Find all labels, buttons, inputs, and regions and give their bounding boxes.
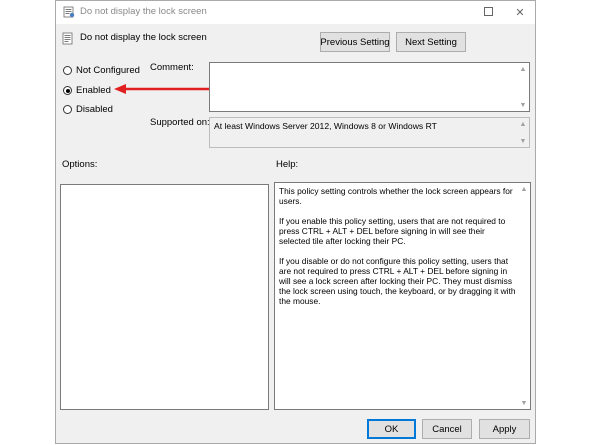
policy-dialog: Do not display the lock screen ✕ Do not …	[55, 0, 536, 444]
help-paragraph: This policy setting controls whether the…	[279, 186, 513, 206]
scroll-down-icon[interactable]: ▼	[517, 99, 529, 111]
help-label: Help:	[276, 159, 299, 170]
supported-on-label: Supported on:	[150, 117, 210, 128]
maximize-button[interactable]	[474, 1, 504, 23]
radio-enabled-label: Enabled	[76, 85, 111, 96]
window-title: Do not display the lock screen	[80, 6, 207, 17]
scroll-up-icon[interactable]: ▲	[517, 63, 529, 75]
radio-enabled[interactable]: Enabled	[63, 85, 111, 96]
radio-not-configured-label: Not Configured	[76, 65, 140, 76]
ok-button[interactable]: OK	[367, 419, 416, 439]
scroll-down-icon[interactable]: ▼	[517, 135, 529, 147]
help-paragraph: If you enable this policy setting, users…	[279, 216, 506, 246]
scroll-up-icon[interactable]: ▲	[517, 118, 529, 130]
close-icon: ✕	[515, 6, 525, 19]
radio-not-configured-circle[interactable]	[63, 66, 72, 75]
comment-label: Comment:	[150, 62, 194, 73]
radio-not-configured[interactable]: Not Configured	[63, 65, 140, 76]
radio-disabled-label: Disabled	[76, 104, 113, 115]
supported-scrollbar[interactable]: ▲ ▼	[517, 118, 529, 147]
maximize-icon	[484, 7, 493, 16]
supported-on-field: At least Windows Server 2012, Windows 8 …	[209, 117, 530, 148]
next-setting-button[interactable]: Next Setting	[396, 32, 466, 52]
help-text: This policy setting controls whether the…	[279, 186, 516, 316]
comment-field[interactable]: ▲ ▼	[209, 62, 530, 112]
policy-icon	[62, 32, 73, 45]
title-bar[interactable]: Do not display the lock screen ✕	[56, 1, 535, 24]
radio-disabled-circle[interactable]	[63, 105, 72, 114]
help-paragraph: If you disable or do not configure this …	[279, 256, 516, 306]
radio-enabled-circle[interactable]	[63, 86, 72, 95]
policy-settings-icon	[63, 6, 75, 18]
options-label: Options:	[62, 159, 98, 170]
help-scrollbar[interactable]: ▲ ▼	[518, 183, 530, 409]
scroll-up-icon[interactable]: ▲	[518, 183, 530, 195]
radio-disabled[interactable]: Disabled	[63, 104, 113, 115]
policy-title: Do not display the lock screen	[80, 32, 207, 43]
annotation-arrow	[114, 84, 220, 94]
help-panel: This policy setting controls whether the…	[274, 182, 531, 410]
options-panel	[60, 184, 269, 410]
apply-button[interactable]: Apply	[479, 419, 530, 439]
supported-on-value: At least Windows Server 2012, Windows 8 …	[214, 121, 437, 131]
scroll-down-icon[interactable]: ▼	[518, 397, 530, 409]
previous-setting-button[interactable]: Previous Setting	[320, 32, 390, 52]
comment-scrollbar[interactable]: ▲ ▼	[517, 63, 529, 111]
close-button[interactable]: ✕	[505, 1, 535, 23]
cancel-button[interactable]: Cancel	[422, 419, 472, 439]
